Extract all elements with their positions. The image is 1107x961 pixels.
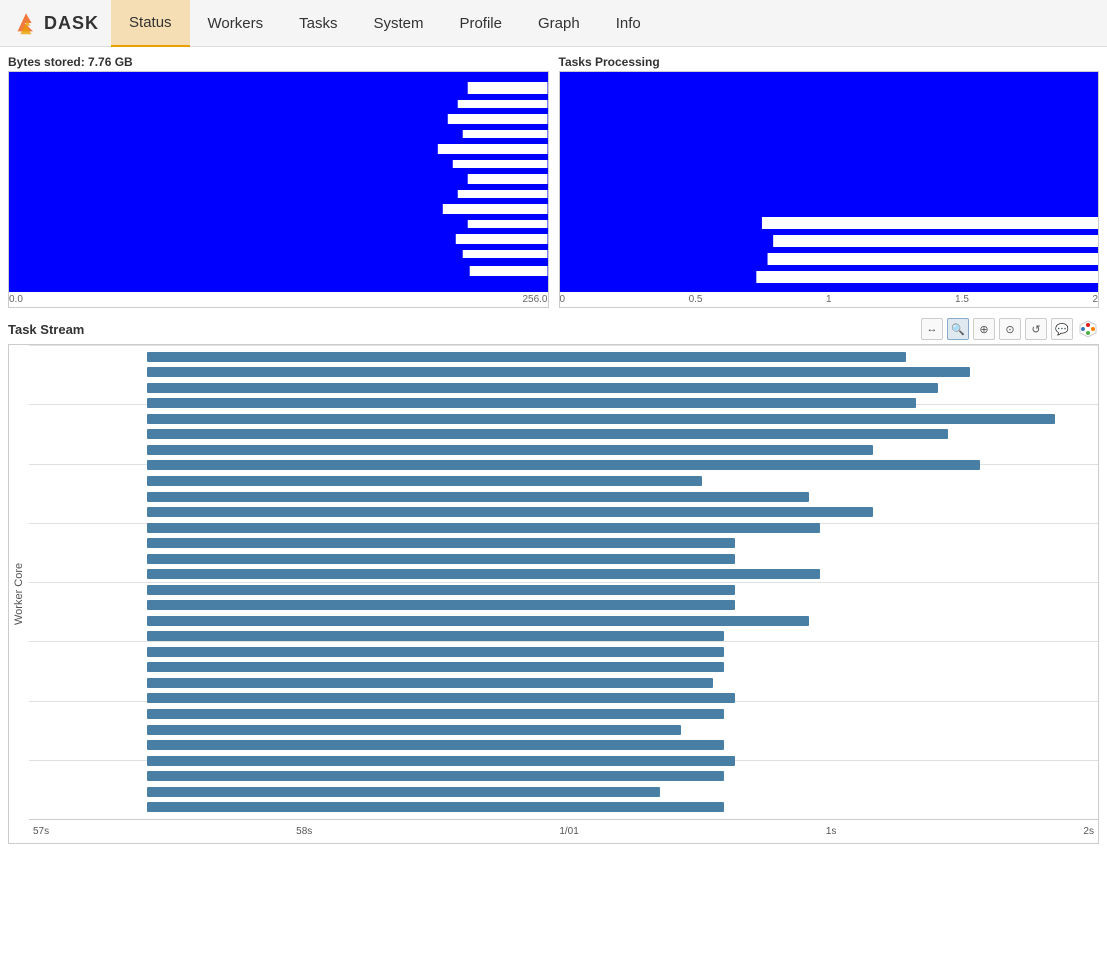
stream-chart-container: Worker Core 57s 58s 1/01 1s 2s — [8, 344, 1099, 844]
bar-row — [29, 474, 1098, 488]
tasks-axis-1: 1 — [826, 294, 832, 305]
zoom-tool-btn[interactable]: 🔍 — [947, 318, 969, 340]
zoom-in-btn[interactable]: ⊙ — [999, 318, 1021, 340]
bar-row — [29, 769, 1098, 783]
tasks-axis-15: 1.5 — [955, 294, 969, 305]
tasks-processing-panel: Tasks Processing 0 0.5 1 1 — [559, 55, 1100, 308]
y-axis-label: Worker Core — [9, 345, 29, 843]
bar-row — [29, 691, 1098, 705]
bar-row — [29, 521, 1098, 535]
bar-row — [29, 614, 1098, 628]
bar-row — [29, 443, 1098, 457]
tasks-processing-chart-box: 0 0.5 1 1.5 2 — [559, 71, 1100, 308]
bytes-stored-chart — [9, 72, 548, 292]
bytes-svg — [9, 72, 548, 292]
tasks-axis-0: 0 — [560, 294, 566, 305]
x-tick-58s: 58s — [296, 826, 312, 837]
bar-row — [29, 427, 1098, 441]
bar-row — [29, 412, 1098, 426]
wheel-zoom-btn[interactable]: ⊕ — [973, 318, 995, 340]
main-content: Bytes stored: 7.76 GB — [0, 47, 1107, 852]
nav-item-status[interactable]: Status — [111, 0, 190, 47]
x-tick-1s: 1s — [826, 826, 837, 837]
x-tick-2s: 2s — [1083, 826, 1094, 837]
nav-item-profile[interactable]: Profile — [441, 0, 520, 47]
x-tick-57s: 57s — [33, 826, 49, 837]
navbar: DASK StatusWorkersTasksSystemProfileGrap… — [0, 0, 1107, 47]
nav-item-info[interactable]: Info — [598, 0, 659, 47]
bar-row — [29, 629, 1098, 643]
bar-row — [29, 738, 1098, 752]
top-charts-row: Bytes stored: 7.76 GB — [8, 55, 1099, 308]
bar-row — [29, 800, 1098, 814]
tasks-svg — [560, 72, 1099, 292]
bar-row — [29, 707, 1098, 721]
bar-row — [29, 458, 1098, 472]
tasks-processing-chart — [560, 72, 1099, 292]
bar-row — [29, 785, 1098, 799]
bar-row — [29, 645, 1098, 659]
reset-btn[interactable]: ↺ — [1025, 318, 1047, 340]
tasks-processing-label: Tasks Processing — [559, 55, 1100, 69]
hover-btn[interactable]: 💬 — [1051, 318, 1073, 340]
stream-x-axis: 57s 58s 1/01 1s 2s — [29, 819, 1098, 843]
nav-item-system[interactable]: System — [355, 0, 441, 47]
bar-row — [29, 381, 1098, 395]
bytes-axis: 0.0 256.0 — [9, 292, 548, 307]
bytes-axis-max: 256.0 — [522, 294, 547, 305]
bar-row — [29, 552, 1098, 566]
stream-header: Task Stream ↔ 🔍 ⊕ ⊙ ↺ 💬 — [8, 318, 1099, 340]
bar-row — [29, 396, 1098, 410]
task-stream-section: Task Stream ↔ 🔍 ⊕ ⊙ ↺ 💬 — [8, 318, 1099, 844]
stream-bars-area — [29, 345, 1098, 819]
tasks-axis-05: 0.5 — [689, 294, 703, 305]
logo: DASK — [0, 0, 111, 46]
bar-row — [29, 676, 1098, 690]
nav-item-workers[interactable]: Workers — [190, 0, 282, 47]
stream-title: Task Stream — [8, 322, 84, 337]
stream-chart-inner: 57s 58s 1/01 1s 2s — [29, 345, 1098, 843]
bar-row — [29, 660, 1098, 674]
x-tick-101: 1/01 — [559, 826, 578, 837]
bar-row — [29, 505, 1098, 519]
stream-tools: ↔ 🔍 ⊕ ⊙ ↺ 💬 — [921, 318, 1099, 340]
bar-row — [29, 567, 1098, 581]
bar-row — [29, 490, 1098, 504]
bytes-stored-panel: Bytes stored: 7.76 GB — [8, 55, 549, 308]
tasks-axis: 0 0.5 1 1.5 2 — [560, 292, 1099, 307]
dask-logo-icon — [12, 9, 40, 37]
logo-text: DASK — [44, 13, 99, 34]
nav-item-graph[interactable]: Graph — [520, 0, 598, 47]
tasks-axis-2: 2 — [1092, 294, 1098, 305]
bar-row — [29, 583, 1098, 597]
bar-row — [29, 723, 1098, 737]
bar-row — [29, 365, 1098, 379]
pan-tool-btn[interactable]: ↔ — [921, 318, 943, 340]
bytes-axis-min: 0.0 — [9, 294, 23, 305]
bar-row — [29, 754, 1098, 768]
bar-row — [29, 536, 1098, 550]
bar-row — [29, 350, 1098, 364]
bar-row — [29, 598, 1098, 612]
bytes-stored-chart-box: 0.0 256.0 — [8, 71, 549, 308]
nav-item-tasks[interactable]: Tasks — [281, 0, 355, 47]
bokeh-logo — [1077, 318, 1099, 340]
bytes-stored-label: Bytes stored: 7.76 GB — [8, 55, 549, 69]
